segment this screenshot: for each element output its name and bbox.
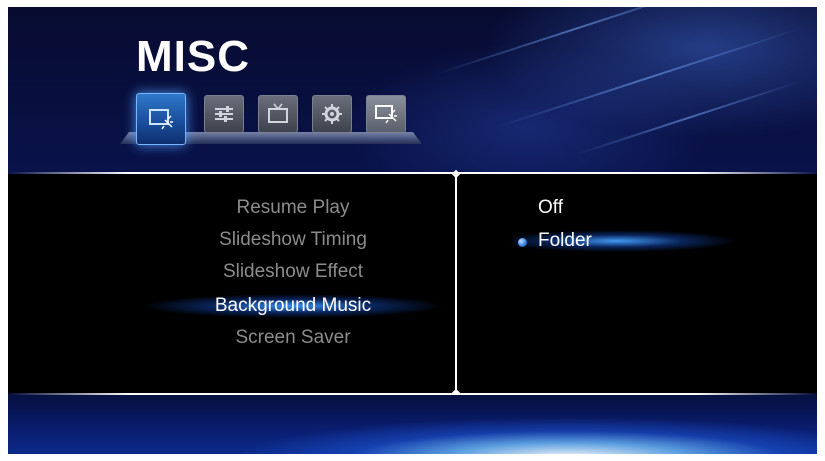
tab-settings-sliders[interactable] [204,95,244,133]
decorative-streak [495,27,801,129]
selected-radio-icon [518,238,527,247]
tv-icon [266,103,290,125]
decorative-streak [435,7,721,76]
tab-gear[interactable] [312,95,352,133]
option-off[interactable]: Off [538,195,563,221]
panel-divider [455,174,457,393]
menu-item-screen-saver[interactable]: Screen Saver [138,324,448,352]
menu-item-resume-play[interactable]: Resume Play [138,194,448,222]
screen-saver-icon [374,104,398,124]
tab-screen-saver[interactable] [136,93,186,145]
media-player-screen: MISC Resume Play Slideshow Timing Slides… [8,7,817,454]
option-folder[interactable]: Folder [538,228,592,254]
gear-icon [321,103,343,125]
menu-item-slideshow-timing[interactable]: Slideshow Timing [138,226,448,254]
footer-glow [8,395,817,454]
menu-item-background-music[interactable]: Background Music [138,292,448,320]
sliders-icon [212,104,236,124]
tab-tv[interactable] [258,95,298,133]
page-title: MISC [136,32,250,81]
screen-saver-icon [148,108,174,130]
menu-item-slideshow-effect[interactable]: Slideshow Effect [138,258,448,286]
tab-screen-saver-2[interactable] [366,95,406,133]
